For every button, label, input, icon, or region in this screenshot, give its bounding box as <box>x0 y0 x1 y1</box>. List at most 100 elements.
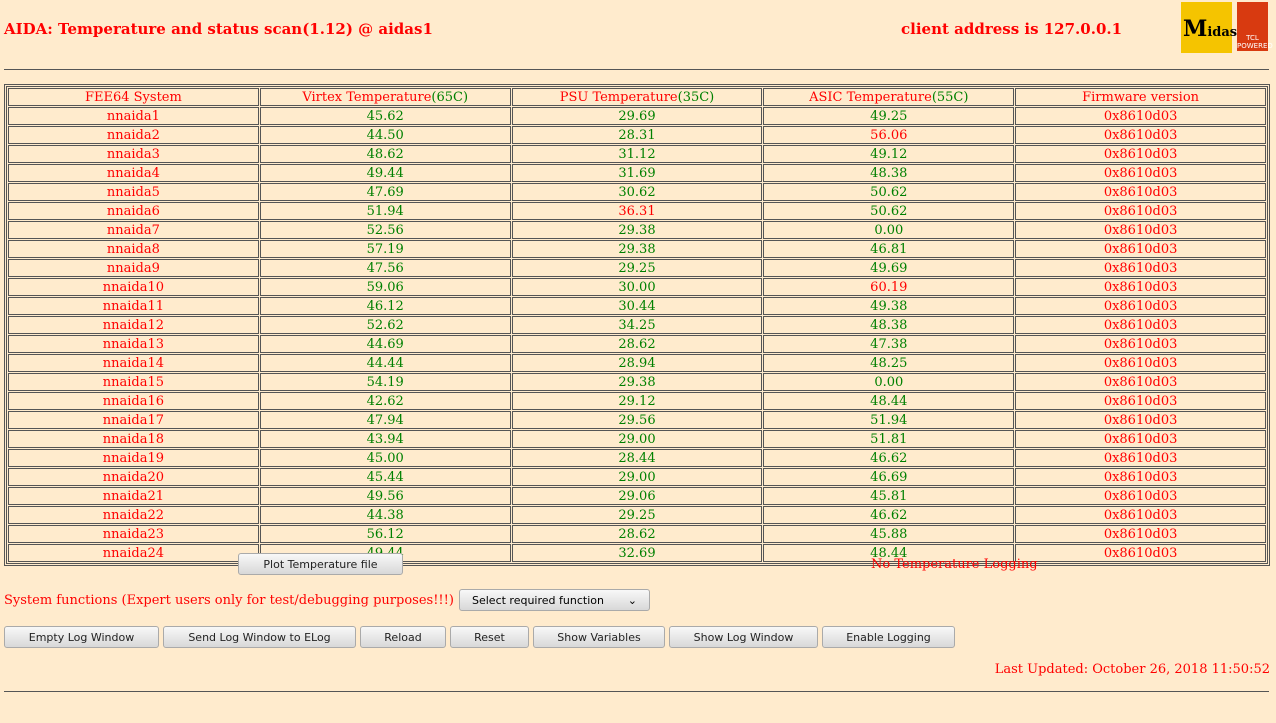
table-row: nnaida11 46.12 30.44 49.38 0x8610d03 <box>8 297 1266 315</box>
firmware-version: 0x8610d03 <box>1015 430 1266 448</box>
system-name: nnaida14 <box>8 354 259 372</box>
psu-temp: 36.31 <box>511 202 763 220</box>
enable-logging-button[interactable]: Enable Logging <box>822 626 955 648</box>
empty-log-window-button[interactable]: Empty Log Window <box>4 626 159 648</box>
show-log-window-button[interactable]: Show Log Window <box>669 626 818 648</box>
asic-temp: 46.62 <box>763 506 1015 524</box>
virtex-temp: 51.94 <box>259 202 511 220</box>
divider <box>4 69 1269 70</box>
column-header: FEE64 System <box>8 88 259 106</box>
asic-temp: 48.25 <box>763 354 1015 372</box>
psu-temp: 30.00 <box>511 278 763 296</box>
header-text: FEE64 System <box>84 89 182 105</box>
asic-temp: 60.19 <box>763 278 1015 296</box>
psu-temp: 31.69 <box>511 164 763 182</box>
system-name: nnaida11 <box>8 297 259 315</box>
virtex-temp: 49.44 <box>259 164 511 182</box>
system-name: nnaida22 <box>8 506 259 524</box>
table-row: nnaida12 52.62 34.25 48.38 0x8610d03 <box>8 316 1266 334</box>
system-name: nnaida7 <box>8 221 259 239</box>
chevron-down-icon: ⌄ <box>627 593 637 607</box>
system-name: nnaida2 <box>8 126 259 144</box>
column-header: Virtex Temperature(65C) <box>259 88 511 106</box>
header-text: Virtex Temperature <box>302 89 432 105</box>
table-row: nnaida4 49.44 31.69 48.38 0x8610d03 <box>8 164 1266 182</box>
psu-temp: 28.44 <box>511 449 763 467</box>
status-table: FEE64 System Virtex Temperature(65C) PSU T… <box>4 84 1270 566</box>
firmware-version: 0x8610d03 <box>1015 373 1266 391</box>
header-text: Firmware version <box>1082 89 1200 105</box>
asic-temp: 46.81 <box>763 240 1015 258</box>
table-row: nnaida1 45.62 29.69 49.25 0x8610d03 <box>8 107 1266 125</box>
virtex-temp: 45.44 <box>259 468 511 486</box>
psu-temp: 29.12 <box>511 392 763 410</box>
asic-temp: 48.44 <box>763 392 1015 410</box>
virtex-temp: 48.62 <box>259 145 511 163</box>
system-name: nnaida15 <box>8 373 259 391</box>
table-row: nnaida6 51.94 36.31 50.62 0x8610d03 <box>8 202 1266 220</box>
psu-temp: 30.44 <box>511 297 763 315</box>
firmware-version: 0x8610d03 <box>1015 183 1266 201</box>
table-row: nnaida13 44.69 28.62 47.38 0x8610d03 <box>8 335 1266 353</box>
column-header: ASIC Temperature(55C) <box>763 88 1015 106</box>
header-text: ASIC Temperature <box>809 89 932 105</box>
table-row: nnaida2449.4432.6948.440x8610d03 <box>8 544 1266 562</box>
reset-button[interactable]: Reset <box>450 626 529 648</box>
firmware-version: 0x8610d03 <box>1015 411 1266 429</box>
asic-temp: 49.38 <box>763 297 1015 315</box>
virtex-temp: 44.38 <box>259 506 511 524</box>
psu-temp: 28.62 <box>511 525 763 543</box>
header-text: PSU Temperature <box>559 89 678 105</box>
psu-temp: 29.38 <box>511 240 763 258</box>
system-name: nnaida3 <box>8 145 259 163</box>
virtex-temp: 45.62 <box>259 107 511 125</box>
psu-temp: 29.06 <box>511 487 763 505</box>
asic-temp: 48.38 <box>763 316 1015 334</box>
table-row: nnaida23 56.12 28.62 45.88 0x8610d03 <box>8 525 1266 543</box>
firmware-version: 0x8610d03 <box>1015 202 1266 220</box>
psu-temp: 29.56 <box>511 411 763 429</box>
firmware-version: 0x8610d03 <box>1015 506 1266 524</box>
page-title: AIDA: Temperature and status scan(1.12) … <box>4 20 433 38</box>
system-name: nnaida10 <box>8 278 259 296</box>
virtex-temp: 49.56 <box>259 487 511 505</box>
system-name: nnaida6 <box>8 202 259 220</box>
header-limit: (35C) <box>677 89 715 105</box>
column-header: Firmware version <box>1015 88 1266 106</box>
asic-temp: 46.69 <box>763 468 1015 486</box>
psu-temp: 29.38 <box>511 373 763 391</box>
firmware-version: 0x8610d03 <box>1015 525 1266 543</box>
table-row: nnaida9 47.56 29.25 49.69 0x8610d03 <box>8 259 1266 277</box>
system-name: nnaida8 <box>8 240 259 258</box>
asic-temp: 50.62 <box>763 183 1015 201</box>
virtex-temp: 43.94 <box>259 430 511 448</box>
firmware-version: 0x8610d03 <box>1015 221 1266 239</box>
asic-temp: 50.62 <box>763 202 1015 220</box>
reload-button[interactable]: Reload <box>360 626 446 648</box>
system-name: nnaida12 <box>8 316 259 334</box>
firmware-version: 0x8610d03 <box>1015 259 1266 277</box>
asic-temp: 56.06 <box>763 126 1015 144</box>
virtex-temp: 52.56 <box>259 221 511 239</box>
firmware-version: 0x8610d03 <box>1015 335 1266 353</box>
divider <box>4 691 1269 692</box>
table-row: nnaida10 59.06 30.00 60.19 0x8610d03 <box>8 278 1266 296</box>
psu-temp: 28.62 <box>511 335 763 353</box>
function-select-value: Select required function <box>472 593 604 607</box>
firmware-version: 0x8610d03 <box>1015 240 1266 258</box>
table-row: nnaida15 54.19 29.38 0.00 0x8610d03 <box>8 373 1266 391</box>
asic-temp: 51.94 <box>763 411 1015 429</box>
function-select[interactable]: Select required function ⌄ <box>459 589 650 611</box>
firmware-version: 0x8610d03 <box>1015 544 1266 562</box>
firmware-version: 0x8610d03 <box>1015 107 1266 125</box>
show-variables-button[interactable]: Show Variables <box>533 626 665 648</box>
firmware-version: 0x8610d03 <box>1015 126 1266 144</box>
psu-temp: 29.25 <box>511 506 763 524</box>
firmware-version: 0x8610d03 <box>1015 487 1266 505</box>
plot-temperature-button[interactable]: Plot Temperature file <box>238 553 403 575</box>
send-log-window-to-elog-button[interactable]: Send Log Window to ELog <box>163 626 356 648</box>
system-functions-label: System functions (Expert users only for … <box>4 593 454 608</box>
table-row: nnaida16 42.62 29.12 48.44 0x8610d03 <box>8 392 1266 410</box>
system-name: nnaida20 <box>8 468 259 486</box>
table-row: nnaida8 57.19 29.38 46.81 0x8610d03 <box>8 240 1266 258</box>
